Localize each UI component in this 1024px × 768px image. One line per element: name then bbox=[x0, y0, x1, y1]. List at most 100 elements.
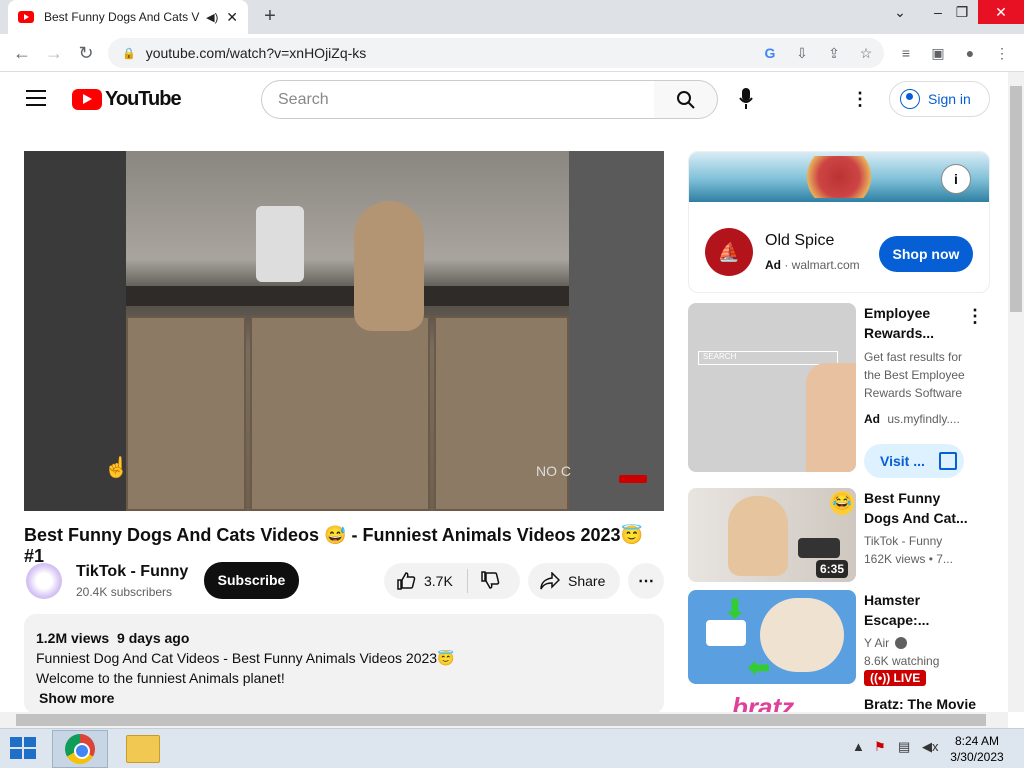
lock-icon[interactable]: 🔒 bbox=[122, 47, 136, 60]
sidebar-item-channel[interactable]: Y Air bbox=[864, 634, 908, 652]
search-input[interactable]: Search bbox=[261, 80, 655, 119]
profile-icon[interactable]: ● bbox=[956, 39, 984, 67]
ad-domain: us.myfindly.... bbox=[887, 412, 960, 426]
media-controls-icon[interactable]: ≡ bbox=[892, 39, 920, 67]
sign-in-label: Sign in bbox=[928, 91, 971, 107]
youtube-play-icon bbox=[72, 89, 102, 110]
upload-age: 9 days ago bbox=[117, 630, 190, 646]
more-actions-button[interactable]: ⋯ bbox=[628, 563, 664, 599]
sidebar-item-title[interactable]: Escape:... bbox=[864, 610, 929, 630]
close-tab-icon[interactable]: ✕ bbox=[226, 9, 238, 26]
sidebar-item-title[interactable]: Best Funny bbox=[864, 488, 940, 508]
sidebar-thumbnail[interactable]: 😂 6:35 bbox=[688, 488, 856, 582]
address-text: youtube.com/watch?v=xnHOjiZq-ks bbox=[145, 45, 367, 61]
channel-avatar[interactable] bbox=[26, 563, 62, 599]
vertical-scroll-thumb[interactable] bbox=[1010, 86, 1022, 312]
horizontal-scroll-thumb[interactable] bbox=[16, 714, 986, 726]
sidebar-item-desc: the Best Employee bbox=[864, 368, 965, 382]
browser-toolbar: ← → ↻ 🔒 youtube.com/watch?v=xnHOjiZq-ks … bbox=[0, 34, 1024, 72]
show-more-button[interactable]: Show more bbox=[39, 688, 652, 708]
sign-in-button[interactable]: Sign in bbox=[889, 81, 990, 117]
sidebar-item-title[interactable]: Bratz: The Movie bbox=[864, 694, 976, 714]
vertical-scrollbar[interactable] bbox=[1008, 72, 1024, 712]
close-window-button[interactable]: ✕ bbox=[978, 0, 1024, 24]
system-clock[interactable]: 8:24 AM 3/30/2023 bbox=[946, 733, 1008, 765]
description-line: Funniest Dog And Cat Videos - Best Funny… bbox=[36, 650, 455, 666]
windows-start-icon[interactable] bbox=[10, 737, 38, 761]
thumbnail-toy-gun bbox=[798, 538, 840, 558]
description-box[interactable]: 1.2M views 9 days ago Funniest Dog And C… bbox=[24, 614, 664, 714]
youtube-logo[interactable]: YouTube bbox=[72, 88, 182, 111]
back-button[interactable]: ← bbox=[8, 39, 36, 67]
sidebar-item-channel[interactable]: TikTok - Funny bbox=[864, 532, 942, 550]
video-cabinet bbox=[250, 316, 430, 511]
arrow-down-icon: ⬇ bbox=[724, 594, 746, 624]
ad-domain: walmart.com bbox=[791, 258, 860, 272]
arrow-left-icon: ⬅ bbox=[748, 652, 770, 682]
share-button[interactable]: Share bbox=[528, 563, 620, 599]
visit-site-button[interactable]: Visit ... bbox=[864, 444, 964, 478]
reload-button[interactable]: ↻ bbox=[72, 39, 100, 67]
hamburger-menu-icon[interactable] bbox=[26, 90, 46, 106]
view-count: 1.2M views bbox=[36, 630, 110, 646]
share-arrow-icon bbox=[540, 572, 560, 590]
sidebar-item-title[interactable]: Rewards... bbox=[864, 323, 934, 343]
speaker-icon[interactable]: ◀) bbox=[206, 11, 218, 24]
share-label: Share bbox=[568, 573, 606, 589]
shop-now-button[interactable]: Shop now bbox=[879, 236, 973, 272]
ad-info-icon[interactable]: i bbox=[941, 164, 971, 194]
subscriber-count: 20.4K subscribers bbox=[76, 585, 173, 599]
settings-kebab-icon[interactable]: ⋮ bbox=[848, 84, 872, 114]
tray-chevron-icon[interactable]: ▲ bbox=[852, 739, 865, 754]
volume-icon[interactable]: ◀x bbox=[922, 739, 939, 755]
chrome-taskbar-button[interactable] bbox=[52, 730, 108, 768]
account-icon bbox=[900, 89, 920, 109]
sidebar-thumbnail[interactable]: ⬇ ⬅ bbox=[688, 590, 856, 684]
browser-tab[interactable]: Best Funny Dogs And Cats V ◀) ✕ bbox=[8, 0, 248, 34]
install-app-icon[interactable]: ⇩ bbox=[788, 39, 816, 67]
horizontal-scrollbar[interactable] bbox=[0, 712, 1008, 728]
thumbnail-kitten bbox=[728, 496, 788, 576]
video-counter bbox=[126, 286, 569, 306]
sidebar-item-title[interactable]: Dogs And Cat... bbox=[864, 508, 968, 528]
video-cabinet bbox=[434, 316, 569, 511]
channel-name[interactable]: TikTok - Funny bbox=[76, 563, 188, 581]
forward-button[interactable]: → bbox=[40, 39, 68, 67]
ad-banner-ship bbox=[799, 156, 879, 198]
ad-card[interactable]: i ⛵ Old Spice Ad · walmart.com Shop now bbox=[688, 151, 990, 293]
sidebar-thumbnail[interactable]: SEARCH bbox=[688, 303, 856, 472]
like-button[interactable]: 3.7K bbox=[396, 571, 453, 591]
search-icon bbox=[676, 91, 695, 109]
voice-search-button[interactable] bbox=[732, 84, 760, 114]
video-watermark: NO C bbox=[536, 463, 571, 479]
sidebar-item-title[interactable]: Hamster bbox=[864, 590, 920, 610]
video-cat bbox=[354, 201, 424, 331]
share-page-icon[interactable]: ⇪ bbox=[820, 39, 848, 67]
bookmark-star-icon[interactable]: ☆ bbox=[852, 39, 880, 67]
new-tab-button[interactable]: + bbox=[258, 4, 282, 28]
thumbs-down-icon bbox=[481, 570, 500, 589]
sidebar-item-meta: 162K views • 7... bbox=[864, 552, 953, 566]
live-signal-icon: ((•)) bbox=[870, 671, 891, 685]
sidebar-thumbnail[interactable]: bratz bbox=[688, 692, 856, 712]
chrome-menu-icon[interactable]: ⋮ bbox=[988, 39, 1016, 67]
external-link-icon bbox=[938, 452, 957, 470]
side-panel-icon[interactable]: ▣ bbox=[924, 39, 952, 67]
network-icon[interactable]: ▤ bbox=[898, 739, 910, 755]
sidebar-item-ad-meta: Ad us.myfindly.... bbox=[864, 410, 960, 428]
sidebar-item-title[interactable]: Employee bbox=[864, 303, 930, 323]
file-explorer-icon[interactable] bbox=[126, 735, 160, 763]
live-badge: ((•)) LIVE bbox=[864, 670, 927, 686]
search-button[interactable] bbox=[654, 80, 718, 119]
hand-cursor-icon: ☝ bbox=[104, 457, 129, 479]
dislike-button[interactable] bbox=[480, 570, 500, 593]
subscribe-button[interactable]: Subscribe bbox=[204, 562, 299, 599]
taskbar: ▲ ⚑ ▤ ◀x 8:24 AM 3/30/2023 bbox=[0, 728, 1024, 768]
sidebar-item-desc: Rewards Software bbox=[864, 386, 963, 400]
google-translate-icon[interactable]: G bbox=[756, 39, 784, 67]
laughing-emoji-icon: 😂 bbox=[830, 491, 854, 515]
tray-flag-icon[interactable]: ⚑ bbox=[874, 739, 886, 755]
tab-search-icon[interactable]: ⌄ bbox=[884, 0, 916, 24]
restore-button[interactable]: ❐ bbox=[946, 0, 978, 24]
sidebar-item-kebab-icon[interactable]: ⋮ bbox=[966, 306, 984, 327]
